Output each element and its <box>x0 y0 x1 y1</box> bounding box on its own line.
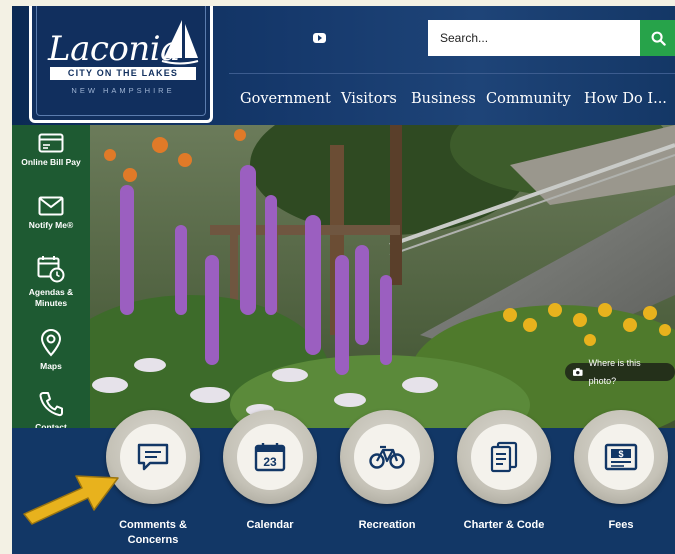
quick-link-label[interactable]: Recreation <box>327 518 447 533</box>
sailboat-icon <box>161 20 199 65</box>
nav-government[interactable]: Government <box>240 91 331 111</box>
bill-icon <box>38 133 64 153</box>
search-button[interactable] <box>640 20 675 56</box>
camera-icon <box>573 368 583 376</box>
quick-sidebar: Online Bill Pay Notify Me® Agendas & Min… <box>12 125 90 464</box>
hero-photo <box>90 125 675 428</box>
bill-icon: $ <box>604 443 638 471</box>
where-is-this-photo-button[interactable]: Where is this photo? <box>565 358 675 386</box>
quick-link-label[interactable]: Fees <box>561 518 675 533</box>
photo-tag-label: Where is this photo? <box>588 358 641 386</box>
search-input[interactable] <box>428 20 640 56</box>
quick-link-charter-code[interactable] <box>457 410 551 504</box>
quick-link-label[interactable]: Calendar <box>210 518 330 533</box>
sidebar-item-contact[interactable]: Contact <box>12 390 90 433</box>
document-icon <box>490 441 518 473</box>
logo-tagline: CITY ON THE LAKES <box>50 67 196 80</box>
quick-link-inner <box>354 424 420 490</box>
calendar-day: 23 <box>263 455 277 469</box>
nav-community[interactable]: Community <box>486 91 571 111</box>
city-logo[interactable]: Laconia CITY ON THE LAKES NEW HAMPSHIRE <box>29 6 213 123</box>
quick-link-recreation[interactable] <box>340 410 434 504</box>
nav-business[interactable]: Business <box>411 91 476 111</box>
quick-link-inner <box>120 424 186 490</box>
quick-link-label[interactable]: Charter & Code <box>444 518 564 533</box>
phone-icon <box>39 392 63 417</box>
sidebar-label: Notify Me® <box>28 220 74 230</box>
sidebar-item-notify-me[interactable]: Notify Me® <box>12 196 90 231</box>
quick-link-calendar[interactable]: 23 <box>223 410 317 504</box>
sidebar-item-agendas-minutes[interactable]: Agendas & Minutes <box>12 255 90 309</box>
logo-state: NEW HAMPSHIRE <box>71 86 175 95</box>
sidebar-item-maps[interactable]: Maps <box>12 329 90 372</box>
sidebar-label: Online Bill Pay <box>21 157 81 167</box>
calendar-icon: 23 <box>254 443 286 472</box>
quick-link-fees[interactable]: $ <box>574 410 668 504</box>
site-header: Laconia CITY ON THE LAKES NEW HAMPSHIRE … <box>12 6 675 125</box>
garden-scene <box>90 125 675 428</box>
nav-how-do-i[interactable]: How Do I... <box>584 91 667 111</box>
quick-link-inner: $ <box>588 424 654 490</box>
envelope-icon <box>38 196 64 216</box>
svg-text:$: $ <box>618 449 623 459</box>
sidebar-label: Maps <box>40 361 62 371</box>
header-divider <box>229 73 675 74</box>
search-icon <box>651 31 666 46</box>
nav-visitors[interactable]: Visitors <box>341 91 397 111</box>
speech-bubble-icon <box>137 443 169 471</box>
quick-link-inner <box>471 424 537 490</box>
pointer-arrow <box>23 475 119 525</box>
sidebar-item-online-bill-pay[interactable]: Online Bill Pay <box>12 133 90 168</box>
sidebar-label: Agendas & Minutes <box>28 287 74 308</box>
quick-link-inner: 23 <box>237 424 303 490</box>
bicycle-icon <box>369 445 405 469</box>
calendar-clock-icon <box>37 256 65 283</box>
youtube-icon[interactable] <box>313 33 326 43</box>
map-pin-icon <box>40 329 62 357</box>
